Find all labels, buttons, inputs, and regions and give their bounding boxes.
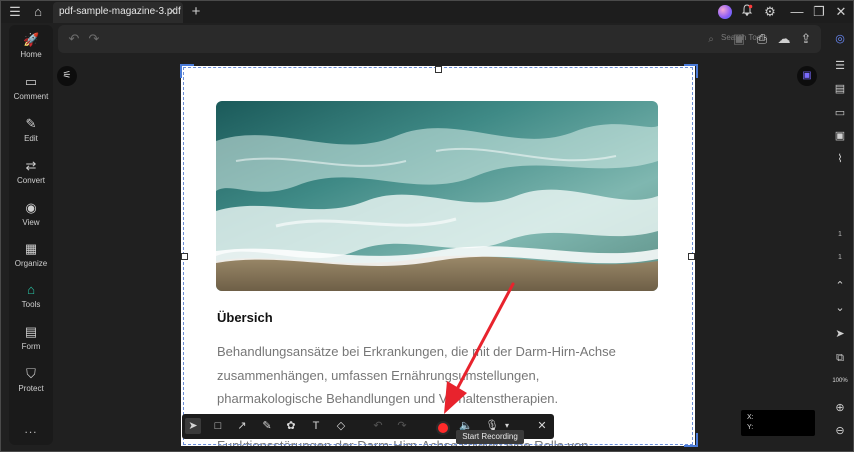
sidebar-item-edit[interactable]: ✎ Edit bbox=[9, 113, 53, 153]
zoom-in-icon[interactable]: ⊕ bbox=[833, 401, 847, 415]
undo-icon[interactable]: ↶ bbox=[370, 418, 386, 434]
sidebar-item-home[interactable]: 🚀 Home bbox=[9, 29, 53, 69]
more-icon[interactable]: ... bbox=[9, 422, 53, 436]
home-icon[interactable]: ⌂ bbox=[30, 4, 46, 20]
organize-icon: ▦ bbox=[24, 241, 38, 256]
sidebar-label: Convert bbox=[16, 176, 45, 185]
pdf-editor-window: ☰ ⌂ pdf-sample-magazine-3.pdf ✕ + ⚙ — ❐ … bbox=[0, 0, 854, 452]
thumbnails-icon[interactable]: ▤ bbox=[833, 82, 847, 96]
resize-handle-right[interactable] bbox=[688, 253, 695, 260]
sidebar-label: Protect bbox=[18, 384, 44, 393]
sidebar-label: Comment bbox=[13, 92, 49, 101]
resize-handle-top[interactable] bbox=[435, 66, 442, 73]
text-tool-icon[interactable]: T bbox=[308, 418, 324, 434]
gear-icon[interactable]: ⚙ bbox=[762, 4, 778, 20]
right-sidebar: ◎ ☰ ▤ ▭ ▣ ⌇ 1 1 ⌃ ⌄ ➤ ⧉ 100% ⊕ ⊖ bbox=[830, 25, 850, 445]
close-recording-toolbar-icon[interactable]: ✕ bbox=[534, 418, 550, 434]
left-sidebar: 🚀 Home ▭ Comment ✎ Edit ⇄ Convert ◉ View… bbox=[9, 25, 53, 445]
eraser-tool-icon[interactable]: ◇ bbox=[333, 418, 349, 434]
hamburger-menu-icon[interactable]: ☰ bbox=[7, 4, 23, 20]
sidebar-item-view[interactable]: ◉ View bbox=[9, 197, 53, 237]
eye-icon: ◉ bbox=[25, 200, 37, 215]
select-tool-icon[interactable]: ➤ bbox=[185, 418, 201, 434]
sidebar-label: Form bbox=[21, 342, 41, 351]
y-coordinate-label: Y: bbox=[747, 424, 754, 431]
zoom-level[interactable]: 100% bbox=[830, 378, 850, 384]
comments-panel-icon[interactable]: ▭ bbox=[833, 106, 847, 120]
filter-settings-icon[interactable]: ⚟ bbox=[57, 66, 77, 86]
close-window-icon[interactable]: ✕ bbox=[833, 4, 849, 20]
rectangle-tool-icon[interactable]: □ bbox=[210, 418, 226, 434]
tab-title: pdf-sample-magazine-3.pdf bbox=[59, 6, 181, 17]
record-button[interactable] bbox=[438, 423, 448, 433]
redo-icon[interactable]: ↷ bbox=[394, 418, 410, 434]
shield-icon: ⛉ bbox=[26, 366, 36, 381]
chevron-up-icon[interactable]: ⌃ bbox=[833, 279, 847, 293]
coordinate-readout: X: Y: bbox=[741, 410, 815, 436]
sidebar-label: Tools bbox=[21, 300, 41, 309]
chevron-down-icon[interactable]: ⌄ bbox=[833, 301, 847, 315]
sidebar-item-tools[interactable]: ⌂ Tools bbox=[9, 279, 53, 319]
layers-icon[interactable]: ▣ bbox=[833, 129, 847, 143]
sidebar-item-protect[interactable]: ⛉ Protect bbox=[9, 363, 53, 403]
print-icon[interactable]: ⎙ bbox=[754, 31, 770, 47]
sidebar-label: Organize bbox=[14, 259, 48, 268]
main-toolbar: ↶ ↷ ⌕ Search Tools ▣ ⎙ ☁ ⇪ bbox=[58, 25, 821, 53]
resize-handle-left[interactable] bbox=[181, 253, 188, 260]
new-tab-icon[interactable]: + bbox=[188, 4, 204, 20]
tools-icon: ⌂ bbox=[27, 282, 35, 297]
current-page[interactable]: 1 bbox=[832, 231, 848, 238]
zoom-out-icon[interactable]: ⊖ bbox=[833, 424, 847, 438]
redo-icon[interactable]: ↷ bbox=[86, 31, 102, 47]
record-tooltip: Start Recording bbox=[456, 430, 524, 444]
tab-close-icon[interactable]: ✕ bbox=[168, 5, 177, 18]
sidebar-item-convert[interactable]: ⇄ Convert bbox=[9, 155, 53, 195]
sidebar-label: View bbox=[22, 218, 40, 227]
cloud-upload-icon[interactable]: ☁ bbox=[776, 31, 792, 47]
ai-chat-icon[interactable]: ◎ bbox=[833, 32, 847, 46]
rocket-icon: 🚀 bbox=[23, 32, 40, 47]
convert-icon: ⇄ bbox=[25, 158, 37, 173]
title-bar: ☰ ⌂ pdf-sample-magazine-3.pdf ✕ + ⚙ — ❐ … bbox=[1, 1, 853, 23]
bell-icon[interactable] bbox=[739, 4, 755, 20]
avatar[interactable] bbox=[718, 5, 732, 19]
edit-icon: ✎ bbox=[25, 116, 37, 131]
search-icon: ⌕ bbox=[708, 34, 714, 45]
form-icon: ▤ bbox=[24, 324, 38, 339]
x-coordinate-label: X: bbox=[747, 414, 754, 421]
sidebar-label: Edit bbox=[24, 134, 38, 143]
total-pages: 1 bbox=[838, 254, 842, 261]
sidebar-item-form[interactable]: ▤ Form bbox=[9, 321, 53, 361]
save-icon[interactable]: ▣ bbox=[731, 31, 747, 47]
sidebar-label: Home bbox=[20, 50, 42, 59]
selection-frame[interactable] bbox=[183, 67, 693, 445]
restore-icon[interactable]: ❐ bbox=[811, 4, 827, 20]
attachment-icon[interactable]: ⌇ bbox=[833, 152, 847, 166]
selection-corner-top-right[interactable] bbox=[684, 64, 698, 78]
selection-corner-bottom-right[interactable] bbox=[684, 433, 698, 447]
shapes-tool-icon[interactable]: ✿ bbox=[283, 418, 299, 434]
properties-icon[interactable]: ☰ bbox=[833, 59, 847, 73]
share-icon[interactable]: ⇪ bbox=[798, 31, 814, 47]
screenshot-icon[interactable]: ⧉ bbox=[833, 351, 847, 365]
pen-tool-icon[interactable]: ✎ bbox=[259, 418, 275, 434]
sidebar-item-comment[interactable]: ▭ Comment bbox=[9, 71, 53, 111]
document-tab[interactable]: pdf-sample-magazine-3.pdf ✕ bbox=[53, 2, 183, 23]
sidebar-item-organize[interactable]: ▦ Organize bbox=[9, 238, 53, 278]
selection-corner-top-left[interactable] bbox=[180, 64, 194, 78]
minimize-icon[interactable]: — bbox=[789, 4, 805, 20]
arrow-tool-icon[interactable]: ↗ bbox=[234, 418, 250, 434]
undo-icon[interactable]: ↶ bbox=[66, 31, 82, 47]
cursor-select-icon[interactable]: ➤ bbox=[833, 327, 847, 341]
ai-assistant-icon[interactable]: ▣ bbox=[797, 66, 817, 86]
comment-icon: ▭ bbox=[24, 74, 38, 89]
